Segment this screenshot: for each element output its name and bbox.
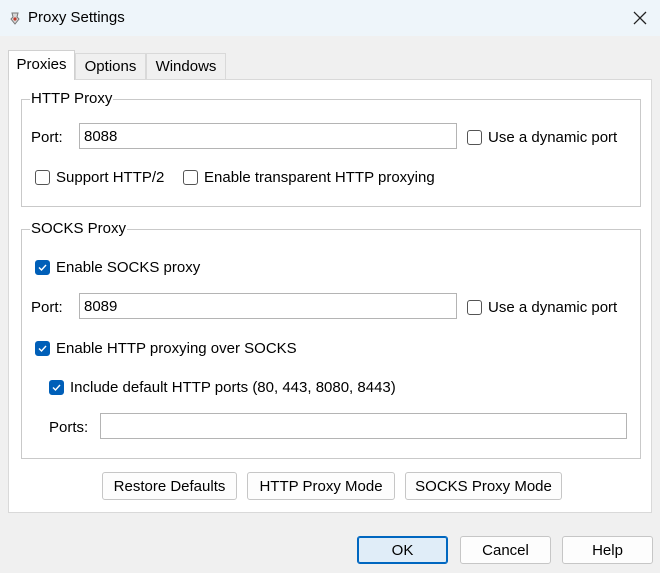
http-proxy-group: HTTP Proxy Port: Use a dynamic port Supp…	[21, 90, 641, 207]
ports-input[interactable]	[100, 413, 627, 439]
support-http2-checkbox[interactable]: Support HTTP/2	[35, 167, 164, 187]
http-proxy-mode-button[interactable]: HTTP Proxy Mode	[247, 472, 395, 500]
http-over-socks-label: Enable HTTP proxying over SOCKS	[56, 339, 297, 357]
help-button[interactable]: Help	[562, 536, 653, 564]
checkbox-box[interactable]	[467, 129, 482, 145]
tab-windows[interactable]: Windows	[146, 53, 226, 79]
tab-options[interactable]: Options	[75, 53, 146, 79]
transparent-proxying-checkbox[interactable]: Enable transparent HTTP proxying	[183, 167, 435, 187]
default-ports-label: Include default HTTP ports (80, 443, 808…	[70, 378, 396, 396]
http-dynamic-port-label: Use a dynamic port	[488, 128, 618, 146]
socks-proxy-group: SOCKS Proxy Enable SOCKS proxy Port: Use…	[21, 220, 641, 459]
check-icon	[38, 264, 47, 271]
socks-port-input[interactable]	[79, 293, 457, 319]
transparent-proxying-label: Enable transparent HTTP proxying	[204, 168, 435, 186]
checkbox-box[interactable]	[183, 169, 198, 185]
socks-dynamic-port-checkbox[interactable]: Use a dynamic port	[467, 297, 617, 317]
http-port-label: Port:	[31, 129, 63, 146]
enable-socks-checkbox[interactable]: Enable SOCKS proxy	[35, 257, 200, 277]
cancel-button[interactable]: Cancel	[460, 536, 551, 564]
http-proxy-group-title: HTTP Proxy	[30, 90, 114, 107]
support-http2-label: Support HTTP/2	[56, 168, 165, 186]
default-ports-checkbox[interactable]: Include default HTTP ports (80, 443, 808…	[49, 377, 396, 397]
check-icon	[38, 345, 47, 352]
title-bar: Proxy Settings	[0, 0, 660, 36]
checkbox-box[interactable]	[35, 340, 50, 356]
tab-proxies[interactable]: Proxies	[8, 50, 75, 80]
socks-port-label: Port:	[31, 299, 63, 316]
enable-socks-label: Enable SOCKS proxy	[56, 258, 201, 276]
http-port-input[interactable]	[79, 123, 457, 149]
socks-dynamic-port-label: Use a dynamic port	[488, 298, 618, 316]
close-button[interactable]	[626, 4, 654, 32]
checkbox-box[interactable]	[35, 259, 50, 275]
check-icon	[52, 384, 61, 391]
proxies-panel: HTTP Proxy Port: Use a dynamic port Supp…	[8, 79, 652, 513]
window-title: Proxy Settings	[28, 9, 125, 26]
close-icon	[633, 11, 647, 25]
ok-button[interactable]: OK	[357, 536, 448, 564]
proxy-app-icon	[10, 12, 20, 25]
checkbox-box[interactable]	[49, 379, 64, 395]
socks-proxy-mode-button[interactable]: SOCKS Proxy Mode	[405, 472, 562, 500]
checkbox-box[interactable]	[35, 169, 50, 185]
socks-proxy-group-title: SOCKS Proxy	[30, 220, 128, 237]
restore-defaults-button[interactable]: Restore Defaults	[102, 472, 237, 500]
http-dynamic-port-checkbox[interactable]: Use a dynamic port	[467, 127, 617, 147]
ports-label: Ports:	[49, 419, 89, 436]
http-over-socks-checkbox[interactable]: Enable HTTP proxying over SOCKS	[35, 338, 297, 358]
checkbox-box[interactable]	[467, 299, 482, 315]
